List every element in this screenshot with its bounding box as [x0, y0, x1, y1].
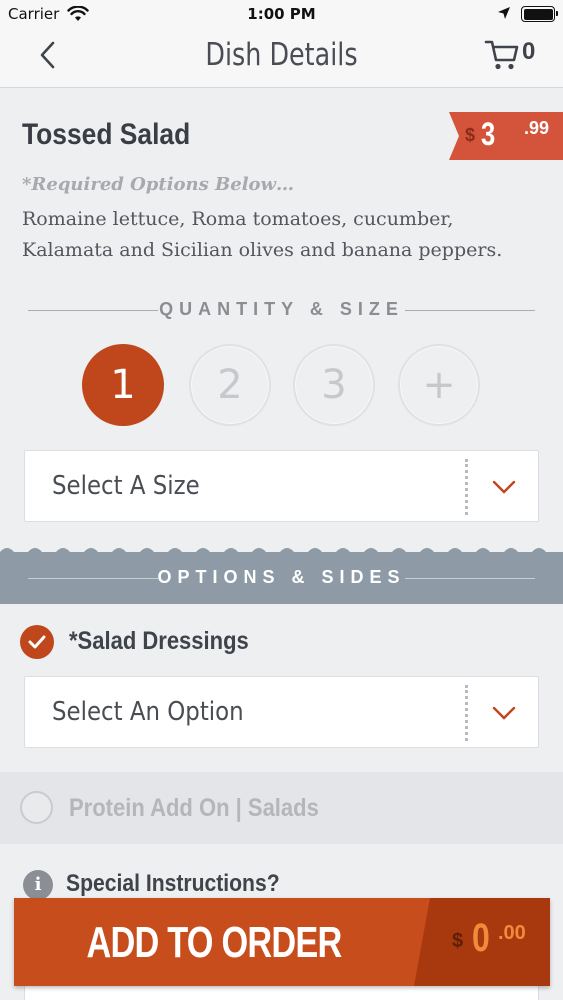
dressing-label: *Salad Dressings [69, 627, 249, 655]
dressing-select-value: Select An Option [52, 697, 244, 727]
quantity-option-3[interactable]: 3 [293, 344, 375, 426]
dish-name: Tossed Salad [22, 118, 191, 151]
special-instructions-label: Special Instructions? [66, 870, 280, 897]
battery-icon [521, 6, 558, 22]
chevron-down-icon [492, 706, 516, 720]
cart-count[interactable]: 0 [522, 38, 535, 66]
protein-label: Protein Add On | Salads [69, 794, 319, 822]
price-currency: $ [465, 125, 476, 145]
dish-description: Romaine lettuce, Roma tomatoes, cucumber… [22, 208, 503, 261]
dressing-checked-icon[interactable] [20, 625, 54, 659]
price-cents: .99 [524, 118, 550, 138]
price-tag: $ 3 .99 [449, 112, 563, 160]
wave-edge [0, 548, 563, 556]
quantity-option-1[interactable]: 1 [82, 344, 164, 426]
total-currency: $ [452, 930, 464, 952]
select-divider [465, 685, 468, 741]
quantity-size-heading: QUANTITY & SIZE [0, 299, 563, 320]
options-sides-heading: OPTIONS & SIDES [0, 567, 563, 588]
required-note: *Required Options Below… [22, 174, 295, 195]
nav-bar: Dish Details 0 [0, 30, 563, 88]
protein-radio[interactable] [20, 791, 53, 824]
add-to-order-label: ADD TO ORDER [86, 918, 342, 967]
chevron-down-icon [492, 480, 516, 494]
size-select[interactable]: Select A Size [24, 450, 539, 522]
price-whole: 3 [481, 116, 495, 152]
order-total: $ 0 .00 [414, 898, 550, 986]
quantity-option-2[interactable]: 2 [189, 344, 271, 426]
quantity-option-more[interactable]: + [398, 344, 480, 426]
options-sides-label: OPTIONS & SIDES [157, 567, 406, 587]
options-sides-band: OPTIONS & SIDES [0, 548, 563, 604]
add-to-order-button[interactable]: ADD TO ORDER $ 0 .00 [14, 898, 550, 986]
protein-add-on-row[interactable]: Protein Add On | Salads [0, 772, 563, 844]
location-arrow-icon [498, 7, 510, 19]
clock: 1:00 PM [247, 5, 316, 23]
size-select-value: Select A Size [52, 471, 200, 501]
select-divider [465, 459, 468, 515]
total-whole: 0 [472, 916, 490, 960]
page-title: Dish Details [205, 37, 358, 73]
total-cents: .00 [498, 922, 526, 944]
dressing-select[interactable]: Select An Option [24, 676, 539, 748]
info-icon: i [23, 870, 53, 900]
status-bar: Carrier 1:00 PM [0, 0, 563, 30]
cart-icon[interactable] [484, 38, 520, 72]
quantity-size-label: QUANTITY & SIZE [159, 299, 404, 319]
